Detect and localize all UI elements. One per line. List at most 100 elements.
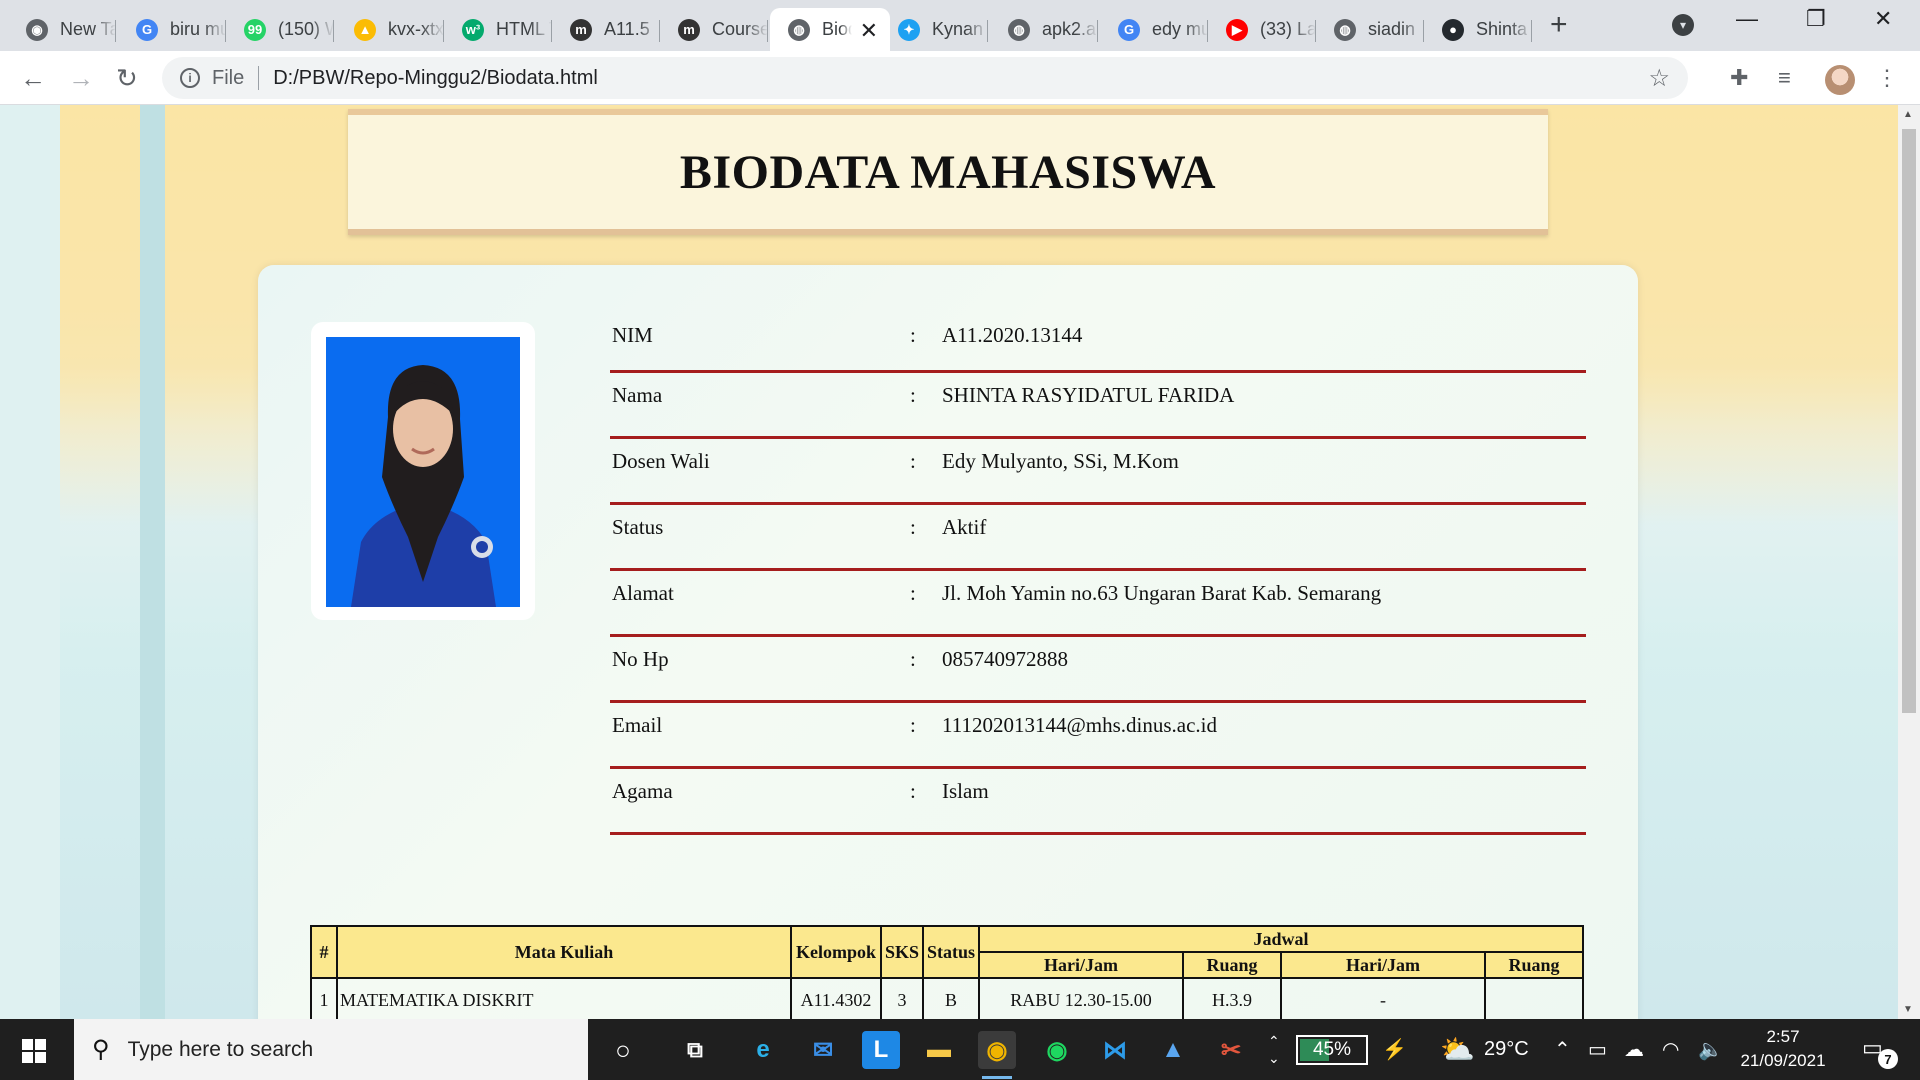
scroll-up-arrow-icon[interactable]: ▲	[1903, 109, 1913, 120]
info-icon[interactable]: i	[180, 68, 200, 88]
scroll-down-arrow-icon[interactable]: ▼	[1903, 1004, 1913, 1015]
col-header-room-1: Ruang	[1182, 951, 1282, 979]
minimize-button[interactable]: —	[1736, 6, 1758, 32]
taskbar-overflow-arrows-icon[interactable]: ⌃ ⌄	[1268, 1019, 1280, 1080]
battery-indicator[interactable]: 45%	[1296, 1035, 1368, 1065]
edge-icon[interactable]: e	[744, 1031, 782, 1069]
browser-tab[interactable]: 99 (150) WhatsApp	[226, 8, 334, 51]
col-header-no: #	[310, 925, 338, 979]
taskbar-search-box[interactable]: ⚲ Type here to search	[74, 1019, 588, 1080]
browser-tab[interactable]: ▶ (33) Lagu	[1208, 8, 1316, 51]
back-arrow-icon[interactable]: ←	[20, 63, 46, 94]
biodata-row: Alamat: Jl. Moh Yamin no.63 Ungaran Barat…	[610, 571, 1586, 637]
onedrive-cloud-icon[interactable]: ☁	[1624, 1019, 1644, 1080]
cell-no: 1	[310, 977, 338, 1019]
browser-tab[interactable]: ✦ Kynan	[880, 8, 988, 51]
battery-tray-icon[interactable]: ▭	[1588, 1019, 1607, 1080]
show-hidden-icons-chevron-icon[interactable]: ⌃	[1554, 1019, 1571, 1080]
cell-room-1: H.3.9	[1182, 977, 1282, 1019]
browser-tab[interactable]: ▲ kvx-xtxx	[336, 8, 444, 51]
task-view-icon[interactable]: ⧉	[676, 1031, 714, 1069]
scrollbar-thumb[interactable]	[1902, 129, 1916, 713]
page-header: BIODATA MAHASISWA	[348, 109, 1548, 235]
reload-icon[interactable]: ↻	[116, 63, 138, 94]
cell-course: MATEMATIKA DISKRIT	[336, 977, 792, 1019]
power-plug-icon[interactable]: ⚡	[1382, 1019, 1407, 1080]
youtube-icon: ▶	[1226, 18, 1248, 41]
close-window-button[interactable]: ✕	[1874, 6, 1892, 32]
snipping-tool-icon[interactable]: ✂	[1212, 1031, 1250, 1069]
page-scrollbar[interactable]: ▲ ▼	[1898, 105, 1920, 1019]
browser-tab[interactable]: m Course	[660, 8, 768, 51]
lync-app-icon[interactable]: L	[862, 1031, 900, 1069]
weather-cloud-icon[interactable]: ⛅	[1440, 1019, 1475, 1080]
close-tab-icon[interactable]: ✕	[860, 18, 878, 44]
notification-center-icon[interactable]: ▭ 7	[1862, 1035, 1898, 1069]
biodata-row: Status: Aktif	[610, 505, 1586, 571]
tab-title: edy mulyanto	[1152, 19, 1208, 39]
browser-tab[interactable]: ◉ New Tab	[8, 8, 116, 51]
mail-icon[interactable]: ✉	[804, 1031, 842, 1069]
tab-title: siadin	[1368, 19, 1416, 39]
biodata-colon: :	[910, 713, 916, 737]
browser-tab[interactable]: ● Shinta	[1424, 8, 1532, 51]
biodata-list: NIM: A11.2020.13144 Nama: SHINTA RASYIDATUL…	[610, 313, 1586, 835]
bookmark-star-icon[interactable]: ☆	[1648, 64, 1670, 93]
browser-tab[interactable]: ◍ siadin	[1316, 8, 1424, 51]
vscode-icon[interactable]: ⋈	[1096, 1031, 1134, 1069]
cortana-icon[interactable]: ○	[604, 1031, 642, 1069]
github-icon: ●	[1442, 18, 1464, 41]
tab-title: (150) WhatsApp	[278, 19, 334, 39]
photos-icon[interactable]: ▲	[1154, 1031, 1192, 1069]
scheme-label: File	[212, 66, 245, 89]
tab-search-icon[interactable]: ▾	[1672, 14, 1694, 36]
windows-taskbar: ⚲ Type here to search ○ ⧉ e ✉ L ▬ ◉ ◉ ⋈ …	[0, 1019, 1920, 1080]
menu-kebab-icon[interactable]: ⋮	[1876, 65, 1898, 91]
biodata-label: Agama	[612, 779, 673, 803]
biodata-card: NIM: A11.2020.13144 Nama: SHINTA RASYIDATUL…	[258, 265, 1638, 1019]
cell-sks: 3	[880, 977, 924, 1019]
profile-avatar[interactable]	[1825, 65, 1855, 95]
cell-group: A11.4302	[790, 977, 882, 1019]
temperature-text[interactable]: 29°C	[1484, 1019, 1529, 1080]
restore-button[interactable]: ❐	[1806, 6, 1826, 32]
url-text[interactable]: D:/PBW/Repo-Minggu2/Biodata.html	[273, 67, 598, 90]
biodata-label: Alamat	[612, 581, 674, 605]
browser-tab[interactable]: Gbiru muda	[118, 8, 226, 51]
biodata-row: Email: 111202013144@mhs.dinus.ac.id	[610, 703, 1586, 769]
address-bar[interactable]: i File D:/PBW/Repo-Minggu2/Biodata.html …	[162, 57, 1688, 99]
new-tab-button[interactable]: +	[1550, 8, 1568, 42]
file-explorer-icon[interactable]: ▬	[920, 1031, 958, 1069]
spotify-icon[interactable]: ◉	[1038, 1031, 1076, 1069]
student-photo	[326, 337, 520, 607]
forward-arrow-icon[interactable]: →	[68, 63, 94, 94]
biodata-label: Dosen Wali	[612, 449, 710, 473]
col-header-course: Mata Kuliah	[336, 925, 792, 979]
biodata-label: Nama	[612, 383, 663, 407]
cell-status: B	[922, 977, 980, 1019]
wifi-icon[interactable]: ◠	[1662, 1019, 1679, 1080]
browser-tab[interactable]: w³ HTML Tutorial	[444, 8, 552, 51]
media-control-icon[interactable]: ≡	[1778, 65, 1791, 91]
browser-tab[interactable]: ◍ apk2.apk	[990, 8, 1098, 51]
clock-time: 2:57	[1766, 1027, 1800, 1046]
taskbar-clock[interactable]: 2:57 21/09/2021	[1718, 1025, 1848, 1073]
biodata-label: Status	[612, 515, 664, 539]
browser-tab[interactable]: Gedy mulyanto	[1100, 8, 1208, 51]
extensions-puzzle-icon[interactable]: ✚	[1730, 65, 1748, 91]
tab-title: New Tab	[60, 19, 116, 39]
moodle-icon: m	[678, 18, 700, 41]
biodata-colon: :	[910, 449, 916, 473]
clock-date: 21/09/2021	[1740, 1051, 1826, 1070]
tab-title: kvx-xtxx	[388, 19, 444, 39]
cell-day-time-1: RABU 12.30-15.00	[978, 977, 1184, 1019]
table-row: 1 MATEMATIKA DISKRIT A11.4302 3 B RABU 12.30-…	[310, 977, 1584, 1019]
photo-frame	[311, 322, 535, 620]
biodata-row: Nama: SHINTA RASYIDATUL FARIDA	[610, 373, 1586, 439]
chrome-taskbar-icon[interactable]: ◉	[978, 1031, 1016, 1079]
tab-strip: ◉New TabGbiru muda99(150) WhatsApp▲kvx-x…	[0, 0, 1920, 51]
tab-title: (33) Lagu	[1260, 19, 1316, 39]
browser-tab[interactable]: ◍ Biodata ✕	[770, 8, 890, 51]
windows-start-icon[interactable]	[22, 1039, 46, 1063]
browser-tab[interactable]: m A11.5	[552, 8, 660, 51]
